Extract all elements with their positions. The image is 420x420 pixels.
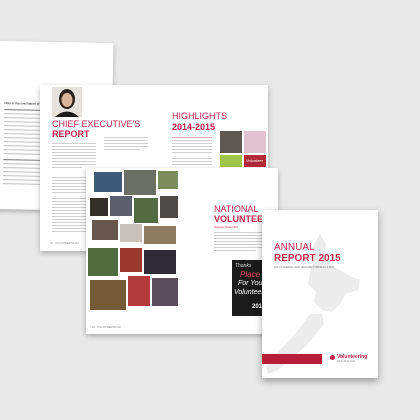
nv-poster-line2: Place	[240, 270, 261, 279]
highlights-title-line2: 2014-2015	[172, 122, 216, 132]
cover-subtitle: VOLUNTEERING NEW ZEALAND PURONGO A TAU	[274, 266, 334, 269]
logo-mark-icon	[330, 355, 335, 360]
nv-title-line1: NATIONAL	[214, 204, 259, 214]
nv-poster-line1: Thanks	[235, 263, 252, 269]
ce-title-line1: CHIEF EXECUTIVE'S	[52, 119, 141, 129]
cover-accent-bar	[262, 354, 322, 364]
nv-poster-line3: For You	[238, 280, 263, 287]
logo-subtext: NEW ZEALAND	[337, 360, 356, 363]
ceo-portrait	[52, 87, 82, 117]
annual-report-cover: ANNUAL REPORT 2015 VOLUNTEERING NEW ZEAL…	[262, 210, 378, 378]
cover-title-line2: REPORT 2015	[274, 253, 341, 264]
ce-folio: 16 · VOLUNTEERING NZ	[50, 242, 79, 245]
highlight-photo-green	[220, 155, 242, 167]
national-volunteer-spread: 18 · VOLUNTEERING NZ NATIONAL VOLUNTEER …	[86, 168, 278, 334]
highlight-poster-text: Volunteer	[246, 158, 263, 163]
cover-title-line1: ANNUAL	[274, 242, 315, 253]
ce-title-line2: REPORT	[52, 129, 90, 139]
highlights-title-line1: HIGHLIGHTS	[172, 111, 228, 121]
volunteering-logo: Volunteering NEW ZEALAND	[330, 354, 376, 366]
financial-table	[0, 41, 113, 190]
nv-poster-line4: Volunteer	[234, 289, 264, 296]
highlight-photo-2	[244, 131, 266, 153]
highlight-photo-1	[220, 131, 242, 153]
highlight-poster: Volunteer	[244, 155, 266, 167]
nv-tagline: Volunteer Week 2015	[214, 226, 238, 229]
nz-map-graphic	[266, 234, 360, 374]
nv-folio: 18 · VOLUNTEERING NZ	[92, 326, 121, 329]
